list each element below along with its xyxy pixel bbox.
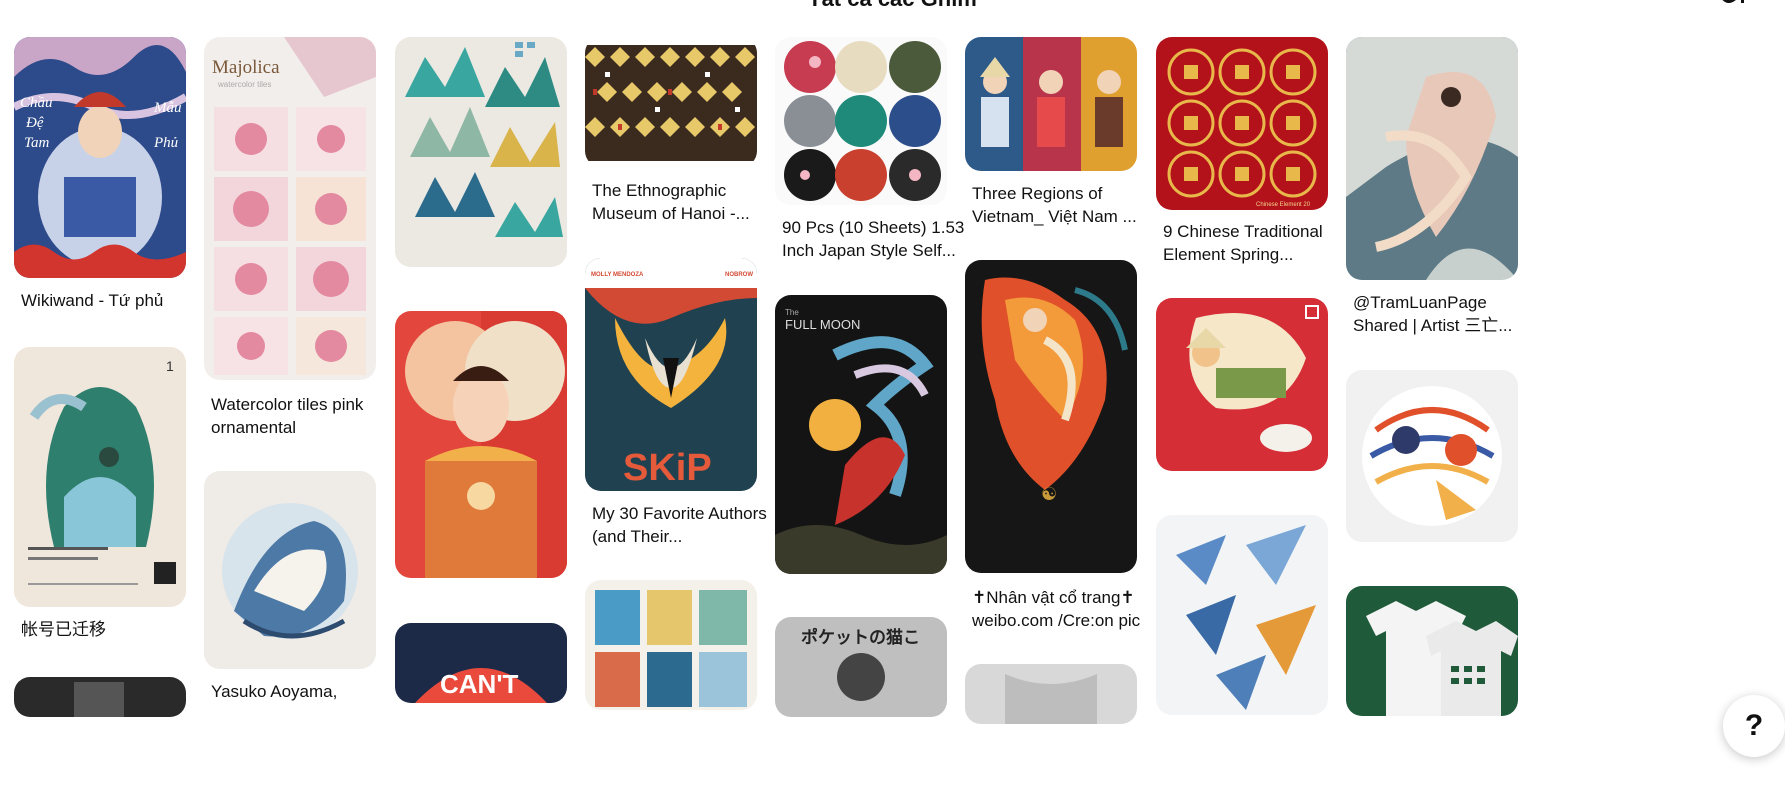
pin-image-pattern-circle[interactable] — [1346, 370, 1518, 542]
pin-image-skip[interactable]: MOLLY MENDOZA NOBROW SKiP — [585, 258, 757, 491]
pin-image-full-moon[interactable]: The FULL MOON — [775, 295, 947, 574]
pin-caption[interactable]: The Ethnographic Museum of Hanoi -... — [592, 179, 777, 225]
art-text: Chinese Element 20 — [1256, 202, 1311, 208]
pin-image-birds[interactable] — [1156, 515, 1328, 715]
art-text: The — [785, 308, 799, 317]
svg-text:☯: ☯ — [1041, 484, 1057, 505]
art-text: 1 — [166, 358, 174, 374]
pin-image-cat-shirt[interactable]: ポケットの猫こ — [775, 617, 947, 717]
pin-caption[interactable]: 9 Chinese Traditional Element Spring... — [1163, 220, 1348, 266]
art-text: Majolica — [212, 57, 280, 78]
art-text: Chầu — [20, 95, 53, 111]
art-text: SKiP — [623, 447, 712, 489]
pin-caption[interactable]: @TramLuanPage Shared | Artist 三亡... — [1353, 291, 1538, 337]
pin-caption[interactable]: Wikiwand - Tứ phủ — [21, 289, 206, 312]
pin-image-mountains[interactable] — [395, 37, 567, 267]
share-icon[interactable] — [1719, 0, 1745, 6]
art-text: NOBROW — [725, 272, 753, 278]
art-text: Tam — [24, 135, 49, 151]
art-text: Phủ — [153, 135, 178, 151]
art-text: MOLLY MENDOZA — [591, 272, 644, 278]
pin-image-majolica[interactable]: Majolica watercolor tiles — [204, 37, 376, 380]
pin-caption[interactable]: 帐号已迁移 — [21, 618, 206, 641]
pin-image-cant[interactable]: CAN'T — [395, 623, 567, 703]
art-text: Mẫu — [153, 100, 182, 116]
pin-image-chinese-elements[interactable]: Chinese Element 20 — [1156, 37, 1328, 210]
pin-caption[interactable]: Three Regions of Vietnam_ Việt Nam ... — [972, 182, 1157, 228]
pin-image-tu-phu[interactable]: Chầu Đệ Tam Mẫu Phủ — [14, 37, 186, 278]
pin-caption[interactable]: Yasuko Aoyama, — [211, 680, 396, 703]
pin-image-astronaut-opera[interactable] — [395, 311, 567, 578]
art-text: FULL MOON — [785, 317, 860, 332]
pin-image-fox[interactable] — [204, 471, 376, 669]
pin-image-vietnam-food[interactable] — [1156, 298, 1328, 471]
pin-image-poster-green[interactable]: 1 — [14, 347, 186, 607]
pin-image-tshirts[interactable] — [1346, 586, 1518, 716]
pin-caption[interactable]: My 30 Favorite Authors (and Their... — [592, 502, 777, 548]
page-title: Tất cả các Ghim — [0, 0, 1785, 12]
pin-caption[interactable]: 90 Pcs (10 Sheets) 1.53 Inch Japan Style… — [782, 216, 967, 262]
pin-image-tramluan[interactable] — [1346, 37, 1518, 280]
pin-image-three-regions[interactable] — [965, 37, 1137, 171]
pin-image-grey-shirt[interactable] — [965, 664, 1137, 724]
pin-image-fire-dancer[interactable]: ☯ — [965, 260, 1137, 573]
pin-caption[interactable]: ✝Nhân vật cổ trang✝ weibo.com /Cre:on pi… — [972, 586, 1157, 632]
pin-image-japan-circles[interactable] — [775, 37, 947, 205]
art-text: ポケットの猫こ — [801, 627, 920, 648]
pin-image-city-grid[interactable] — [585, 580, 757, 710]
art-text: CAN'T — [440, 669, 519, 699]
pin-image-ethnographic[interactable] — [585, 37, 757, 167]
art-text: watercolor tiles — [217, 80, 271, 89]
help-button[interactable]: ? — [1723, 695, 1785, 757]
pin-caption[interactable]: Watercolor tiles pink ornamental — [211, 393, 396, 439]
pin-image-dark[interactable] — [14, 677, 186, 717]
art-text: Đệ — [25, 115, 44, 131]
